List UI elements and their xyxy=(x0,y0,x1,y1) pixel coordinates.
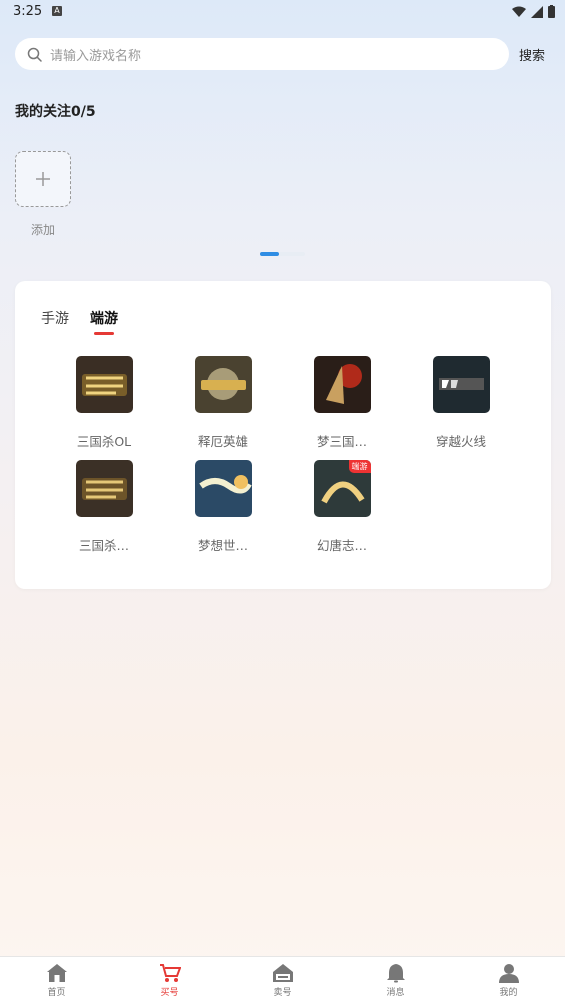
nav-label: 消息 xyxy=(386,988,405,998)
sanguosha-icon xyxy=(75,460,133,517)
game-name: 幻唐志… xyxy=(316,538,367,553)
search-button[interactable]: 搜索 xyxy=(519,45,545,64)
plus-icon xyxy=(36,172,50,186)
game-name: 梦想世… xyxy=(197,538,248,553)
game-item[interactable]: 端游 幻唐志… xyxy=(292,460,392,554)
page-dot-active xyxy=(260,252,279,256)
game-item[interactable]: 释厄英雄 xyxy=(173,356,273,450)
status-time: 3:25 xyxy=(13,4,43,19)
game-name: 梦三国… xyxy=(316,434,367,449)
game-item[interactable]: 梦三国… xyxy=(292,356,392,450)
add-follow-button[interactable] xyxy=(15,151,71,207)
tab-pc-games[interactable]: 端游 xyxy=(90,308,118,328)
page-dot xyxy=(279,252,305,256)
game-item[interactable]: 穿越火线 xyxy=(411,356,511,450)
nav-label: 首页 xyxy=(47,988,66,998)
nav-item-buy[interactable]: 买号 xyxy=(113,957,226,1004)
bell-icon xyxy=(386,964,405,983)
home-icon xyxy=(46,964,67,982)
sanguosha-ol-icon xyxy=(75,356,133,413)
nav-label: 我的 xyxy=(499,988,518,998)
status-icons xyxy=(512,5,555,18)
mengxiang-shijie-icon xyxy=(194,460,252,517)
user-icon xyxy=(498,964,519,983)
add-label: 添加 xyxy=(31,223,56,237)
signal-icon xyxy=(531,5,543,18)
tab-active-indicator xyxy=(94,332,114,335)
nav-item-profile[interactable]: 我的 xyxy=(452,957,565,1004)
nav-label: 买号 xyxy=(160,988,179,998)
game-badge: 端游 xyxy=(348,460,371,473)
search-icon xyxy=(27,47,42,62)
game-name: 穿越火线 xyxy=(435,434,486,449)
tab-mobile-games[interactable]: 手游 xyxy=(41,308,69,328)
game-category-card: 手游 端游 三国杀OL 释厄英雄 梦三国… 穿越火线 三国杀… 梦想世… 端游 … xyxy=(15,281,551,589)
nav-item-sell[interactable]: 卖号 xyxy=(226,957,339,1004)
search-input[interactable]: 请输入游戏名称 xyxy=(15,38,509,70)
nav-item-messages[interactable]: 消息 xyxy=(339,957,452,1004)
search-placeholder: 请输入游戏名称 xyxy=(50,48,142,64)
bottom-nav: 首页 买号 卖号 消息 我的 xyxy=(0,956,565,1004)
huantangzhi-icon: 端游 xyxy=(313,460,371,517)
sale-tag-icon xyxy=(272,964,293,982)
shie-yingxiong-icon xyxy=(194,356,252,413)
follow-title: 我的关注0/5 xyxy=(15,104,96,120)
notification-icon: A xyxy=(52,6,62,16)
game-item[interactable]: 三国杀… xyxy=(54,460,154,554)
battery-icon xyxy=(548,5,555,18)
game-name: 释厄英雄 xyxy=(197,434,248,449)
crossfire-icon xyxy=(432,356,490,413)
mengsanguo-icon xyxy=(313,356,371,413)
cart-icon xyxy=(159,964,181,982)
nav-label: 卖号 xyxy=(273,988,292,998)
status-bar: 3:25 A xyxy=(0,0,565,26)
nav-item-home[interactable]: 首页 xyxy=(0,957,113,1004)
page-indicator xyxy=(260,252,305,256)
game-name: 三国杀… xyxy=(78,538,129,553)
wifi-icon xyxy=(512,6,526,17)
game-item[interactable]: 梦想世… xyxy=(173,460,273,554)
game-name: 三国杀OL xyxy=(76,434,132,449)
game-item[interactable]: 三国杀OL xyxy=(54,356,154,450)
